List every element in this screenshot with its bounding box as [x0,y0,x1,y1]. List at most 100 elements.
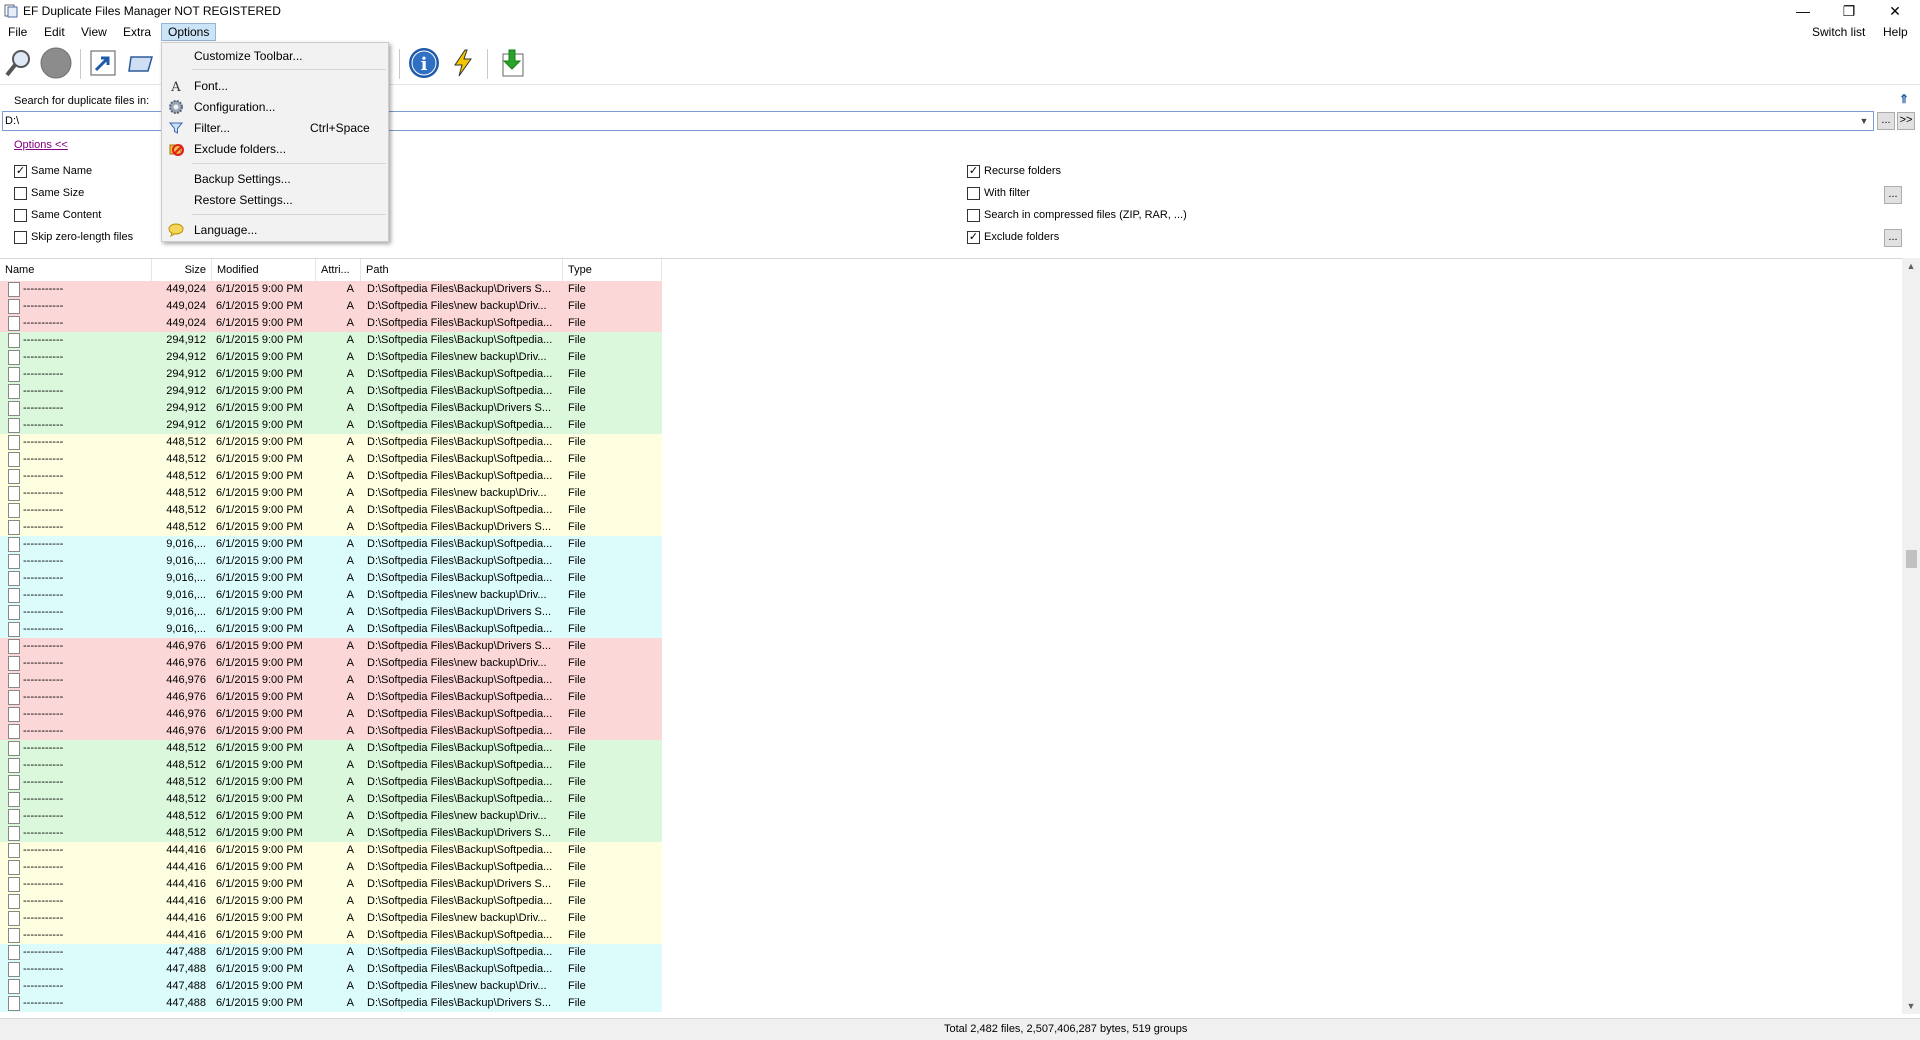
column-header-name[interactable]: Name [0,259,152,281]
table-row[interactable]: ----------- 448,512 6/1/2015 9:00 PM A D:\So… [0,825,662,842]
table-row[interactable]: ----------- 448,512 6/1/2015 9:00 PM A D:\So… [0,485,662,502]
table-row[interactable]: ----------- 444,416 6/1/2015 9:00 PM A D:\So… [0,859,662,876]
checkbox-box[interactable] [14,186,27,200]
table-row[interactable]: ----------- 444,416 6/1/2015 9:00 PM A D:\So… [0,927,662,944]
table-row[interactable]: ----------- 9,016,... 6/1/2015 9:00 PM A D:\… [0,587,662,604]
menu-edit[interactable]: Edit [38,23,71,41]
table-row[interactable]: ----------- 449,024 6/1/2015 9:00 PM A D:\So… [0,281,662,298]
menu-view[interactable]: View [75,23,113,41]
table-row[interactable]: ----------- 448,512 6/1/2015 9:00 PM A D:\So… [0,502,662,519]
table-row[interactable]: ----------- 446,976 6/1/2015 9:00 PM A D:\So… [0,655,662,672]
search-icon[interactable] [2,46,36,80]
menu-item-font[interactable]: A Font... [162,76,388,96]
table-row[interactable]: ----------- 444,416 6/1/2015 9:00 PM A D:\So… [0,842,662,859]
lightning-icon[interactable] [446,46,480,80]
table-row[interactable]: ----------- 448,512 6/1/2015 9:00 PM A D:\So… [0,757,662,774]
table-row[interactable]: ----------- 449,024 6/1/2015 9:00 PM A D:\So… [0,298,662,315]
table-row[interactable]: ----------- 446,976 6/1/2015 9:00 PM A D:\So… [0,689,662,706]
scroll-down-icon[interactable]: ▼ [1902,998,1920,1014]
checkbox-box[interactable] [967,230,980,244]
table-row[interactable]: ----------- 294,912 6/1/2015 9:00 PM A D:\So… [0,332,662,349]
table-row[interactable]: ----------- 294,912 6/1/2015 9:00 PM A D:\So… [0,383,662,400]
folder-icon[interactable] [124,46,158,80]
same-name-checkbox[interactable]: Same Name [14,163,92,179]
checkbox-box[interactable] [967,186,980,200]
column-header-modified[interactable]: Modified [212,259,316,281]
table-row[interactable]: ----------- 447,488 6/1/2015 9:00 PM A D:\So… [0,961,662,978]
checkbox-box[interactable] [14,208,27,222]
table-row[interactable]: ----------- 9,016,... 6/1/2015 9:00 PM A D:\… [0,570,662,587]
table-row[interactable]: ----------- 9,016,... 6/1/2015 9:00 PM A D:\… [0,553,662,570]
with-filter-checkbox[interactable]: With filter [967,185,1030,201]
column-header-attributes[interactable]: Attri... [316,259,361,281]
column-header-path[interactable]: Path [361,259,563,281]
checkbox-box[interactable] [14,164,27,178]
exclude-settings-button[interactable]: ... [1884,229,1902,247]
stop-icon[interactable] [39,46,73,80]
table-row[interactable]: ----------- 448,512 6/1/2015 9:00 PM A D:\So… [0,519,662,536]
minimize-button[interactable]: — [1780,0,1826,22]
checkbox-box[interactable] [967,208,980,222]
scroll-thumb[interactable] [1906,550,1917,568]
table-row[interactable]: ----------- 446,976 6/1/2015 9:00 PM A D:\So… [0,723,662,740]
menu-help[interactable]: Help [1877,23,1914,41]
browse-button[interactable]: ... [1877,112,1895,130]
chevron-down-icon[interactable]: ▼ [1857,114,1871,128]
table-row[interactable]: ----------- 448,512 6/1/2015 9:00 PM A D:\So… [0,434,662,451]
same-content-checkbox[interactable]: Same Content [14,207,101,223]
table-row[interactable]: ----------- 449,024 6/1/2015 9:00 PM A D:\So… [0,315,662,332]
options-toggle-link[interactable]: Options << [14,139,68,151]
table-row[interactable]: ----------- 9,016,... 6/1/2015 9:00 PM A D:\… [0,536,662,553]
info-icon[interactable]: i [407,46,441,80]
table-row[interactable]: ----------- 447,488 6/1/2015 9:00 PM A D:\So… [0,995,662,1012]
table-row[interactable]: ----------- 446,976 6/1/2015 9:00 PM A D:\So… [0,706,662,723]
table-row[interactable]: ----------- 448,512 6/1/2015 9:00 PM A D:\So… [0,808,662,825]
table-row[interactable]: ----------- 294,912 6/1/2015 9:00 PM A D:\So… [0,366,662,383]
collapse-up-icon[interactable]: ⇑ [1899,92,1913,106]
restore-button[interactable]: ❐ [1826,0,1872,22]
table-row[interactable]: ----------- 448,512 6/1/2015 9:00 PM A D:\So… [0,451,662,468]
table-row[interactable]: ----------- 9,016,... 6/1/2015 9:00 PM A D:\… [0,621,662,638]
column-header-size[interactable]: Size [152,259,212,281]
table-row[interactable]: ----------- 446,976 6/1/2015 9:00 PM A D:\So… [0,672,662,689]
menu-file[interactable]: File [2,23,33,41]
table-row[interactable]: ----------- 444,416 6/1/2015 9:00 PM A D:\So… [0,893,662,910]
close-button[interactable]: ✕ [1872,0,1918,22]
menu-item-configuration[interactable]: Configuration... [162,97,388,117]
column-header-type[interactable]: Type [563,259,662,281]
table-row[interactable]: ----------- 448,512 6/1/2015 9:00 PM A D:\So… [0,791,662,808]
vertical-scrollbar[interactable]: ▲ ▼ [1902,258,1920,1014]
menu-switch-list[interactable]: Switch list [1806,23,1871,41]
skip-zero-length-checkbox[interactable]: Skip zero-length files [14,229,133,245]
table-row[interactable]: ----------- 294,912 6/1/2015 9:00 PM A D:\So… [0,417,662,434]
filter-settings-button[interactable]: ... [1884,186,1902,204]
table-row[interactable]: ----------- 448,512 6/1/2015 9:00 PM A D:\So… [0,468,662,485]
menu-item-restore-settings[interactable]: Restore Settings... [162,190,388,210]
exclude-folders-checkbox[interactable]: Exclude folders [967,229,1059,245]
export-icon[interactable] [495,46,529,80]
shortcut-icon[interactable] [86,46,120,80]
recurse-folders-checkbox[interactable]: Recurse folders [967,163,1061,179]
compressed-files-checkbox[interactable]: Search in compressed files (ZIP, RAR, ..… [967,207,1187,223]
table-row[interactable]: ----------- 294,912 6/1/2015 9:00 PM A D:\So… [0,349,662,366]
go-button[interactable]: >> [1897,112,1915,130]
menu-item-filter[interactable]: Filter... Ctrl+Space [162,118,388,138]
same-size-checkbox[interactable]: Same Size [14,185,84,201]
table-row[interactable]: ----------- 448,512 6/1/2015 9:00 PM A D:\So… [0,740,662,757]
table-row[interactable]: ----------- 9,016,... 6/1/2015 9:00 PM A D:\… [0,604,662,621]
results-table[interactable]: Name Size Modified Attri... Path Type --… [0,258,1902,1014]
table-row[interactable]: ----------- 294,912 6/1/2015 9:00 PM A D:\So… [0,400,662,417]
menu-options[interactable]: Options [161,23,217,41]
table-row[interactable]: ----------- 446,976 6/1/2015 9:00 PM A D:\So… [0,638,662,655]
menu-item-language[interactable]: Language... [162,220,388,240]
table-row[interactable]: ----------- 444,416 6/1/2015 9:00 PM A D:\So… [0,910,662,927]
checkbox-box[interactable] [14,230,27,244]
menu-item-exclude-folders[interactable]: Exclude folders... [162,139,388,159]
table-row[interactable]: ----------- 447,488 6/1/2015 9:00 PM A D:\So… [0,944,662,961]
menu-extra[interactable]: Extra [117,23,157,41]
table-row[interactable]: ----------- 444,416 6/1/2015 9:00 PM A D:\So… [0,876,662,893]
table-row[interactable]: ----------- 448,512 6/1/2015 9:00 PM A D:\So… [0,774,662,791]
checkbox-box[interactable] [967,164,980,178]
table-row[interactable]: ----------- 447,488 6/1/2015 9:00 PM A D:\So… [0,978,662,995]
menu-item-customize-toolbar[interactable]: Customize Toolbar... [162,46,388,66]
